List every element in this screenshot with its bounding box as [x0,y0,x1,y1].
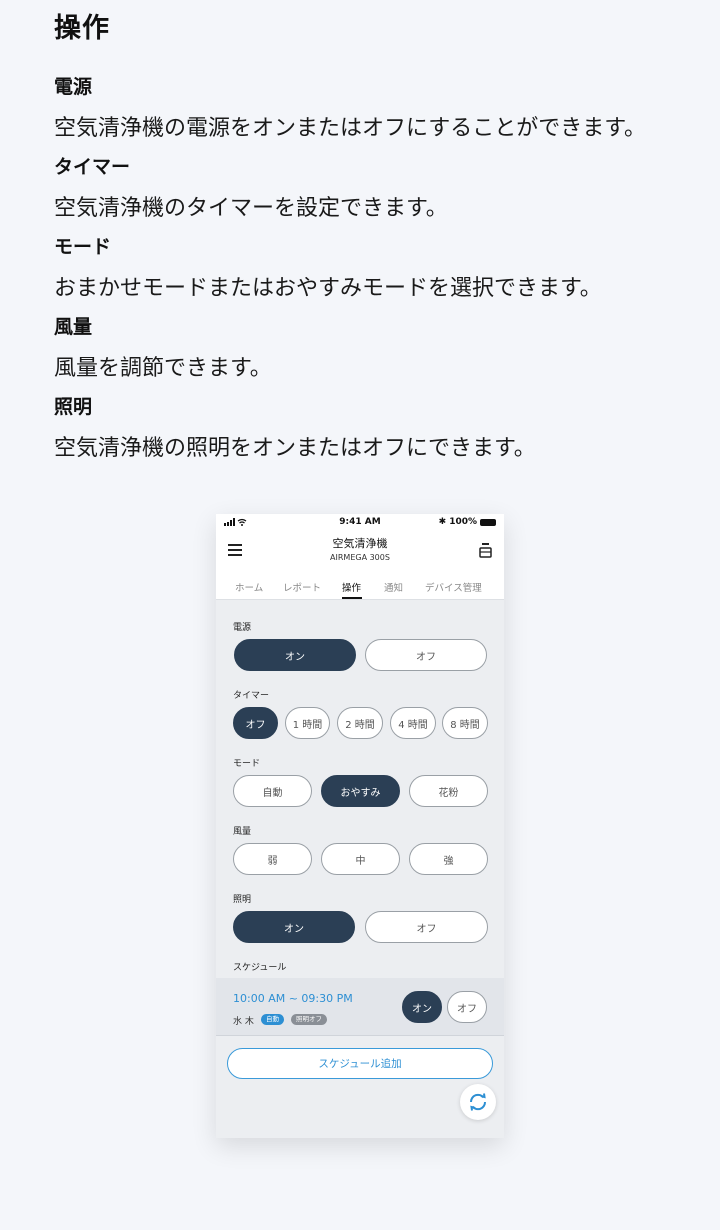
schedule-light-badge: 照明オフ [291,1014,327,1025]
bluetooth-icon: ✱ [438,517,447,527]
section-text-power: 空気清浄機の電源をオンまたはオフにすることができます。 [54,116,647,141]
mode-sleep-button[interactable]: おやすみ [321,775,400,807]
timer-1h-button[interactable]: 1 時間 [285,707,330,739]
fan-high-button[interactable]: 強 [409,843,488,875]
battery-icon [480,518,496,526]
mode-label: モード [233,759,261,769]
device-icon[interactable] [479,542,492,558]
page-title: 操作 [54,13,110,44]
active-tab-indicator [342,597,362,599]
battery-percent: 100% [449,517,477,527]
section-text-mode: おまかせモードまたはおやすみモードを選択できます。 [54,276,602,301]
tab-report[interactable]: レポート [283,580,321,594]
section-heading-light: 照明 [54,396,93,418]
tab-control[interactable]: 操作 [342,580,361,594]
timer-2h-button[interactable]: 2 時間 [337,707,383,739]
section-heading-mode: モード [54,236,112,258]
app-subtitle: AIRMEGA 300S [330,553,390,562]
mode-auto-button[interactable]: 自動 [233,775,312,807]
schedule-on-toggle[interactable]: オン [402,991,442,1023]
section-text-timer: 空気清浄機のタイマーを設定できます。 [54,196,448,221]
timer-label: タイマー [233,691,270,701]
schedule-off-toggle[interactable]: オフ [447,991,487,1023]
schedule-label: スケジュール [233,963,287,973]
fan-label: 風量 [233,827,252,837]
tab-home[interactable]: ホーム [235,580,263,594]
light-label: 照明 [233,895,252,905]
timer-8h-button[interactable]: 8 時間 [442,707,488,739]
tab-bar: ホーム レポート 操作 通知 デバイス管理 [216,570,504,600]
schedule-time: 10:00 AM ~ 09:30 PM [233,992,353,1005]
section-heading-power: 電源 [54,76,93,98]
phone-screenshot: 9:41 AM ✱ 100% 空気清浄機 AIRMEGA 300S ホーム レポ… [216,514,504,1138]
timer-4h-button[interactable]: 4 時間 [390,707,436,739]
schedule-days: 水 木 [233,1017,254,1027]
section-heading-timer: タイマー [54,156,131,178]
app-header: 空気清浄機 AIRMEGA 300S [216,532,504,570]
section-text-light: 空気清浄機の照明をオンまたはオフにできます。 [54,436,536,461]
power-label: 電源 [233,623,252,633]
mode-pollen-button[interactable]: 花粉 [409,775,488,807]
light-off-button[interactable]: オフ [365,911,488,943]
refresh-icon[interactable] [460,1084,496,1120]
schedule-item[interactable]: 10:00 AM ~ 09:30 PM 水 木 自動 照明オフ オン オフ [216,978,504,1036]
app-title: 空気清浄機 [332,537,388,550]
schedule-mode-badge: 自動 [261,1014,284,1025]
status-bar: 9:41 AM ✱ 100% [216,514,504,532]
timer-off-button[interactable]: オフ [233,707,278,739]
add-schedule-button[interactable]: スケジュール追加 [227,1048,493,1079]
battery-indicator: ✱ 100% [439,517,496,527]
power-on-button[interactable]: オン [234,639,356,671]
power-off-button[interactable]: オフ [365,639,487,671]
tab-notifications[interactable]: 通知 [384,580,403,594]
fan-medium-button[interactable]: 中 [321,843,400,875]
fan-low-button[interactable]: 弱 [233,843,312,875]
section-heading-fan: 風量 [54,316,93,338]
light-on-button[interactable]: オン [233,911,355,943]
tab-device-management[interactable]: デバイス管理 [425,580,482,594]
section-text-fan: 風量を調節できます。 [54,356,272,381]
